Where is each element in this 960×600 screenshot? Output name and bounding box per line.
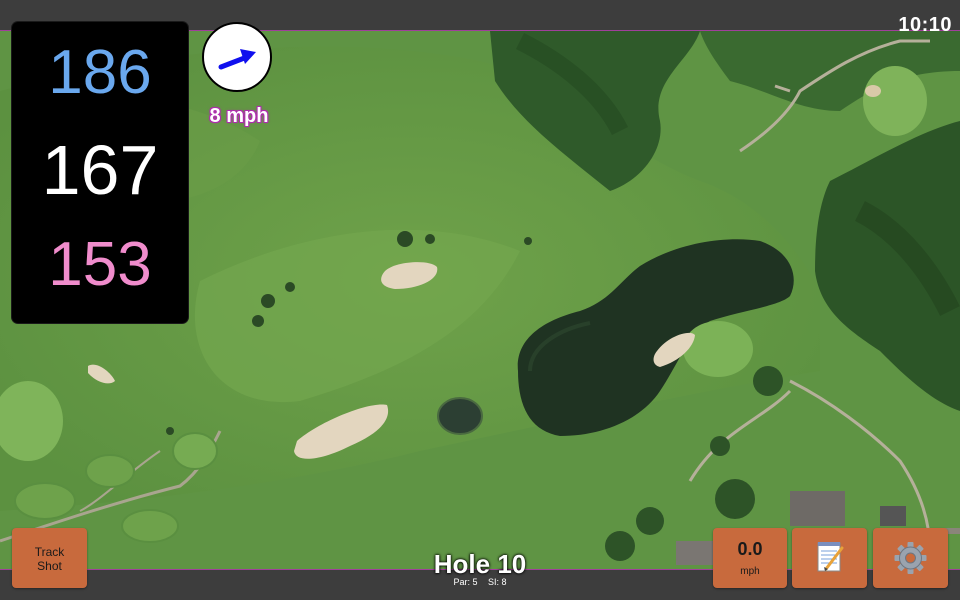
- settings-button[interactable]: [873, 528, 948, 588]
- speed-button[interactable]: 0.0 mph: [713, 528, 787, 588]
- track-shot-label: Track Shot: [34, 545, 65, 573]
- wind-direction-arrow-icon: [218, 49, 256, 70]
- distance-back: 186: [48, 38, 152, 107]
- distance-panel: 186 167 153: [12, 22, 188, 323]
- track-shot-button[interactable]: Track Shot: [12, 528, 87, 588]
- wind-speed-label: 8 mph: [209, 105, 269, 127]
- clock: 10:10: [898, 14, 952, 36]
- distance-front: 153: [48, 230, 152, 299]
- notepad-icon: [817, 542, 844, 572]
- speed-value: 0.0: [737, 539, 763, 559]
- hole-stroke-index: SI: 8: [488, 577, 507, 587]
- golf-gps-screen: 186 167 153 8 mph 10:10 Track Shot Hole …: [0, 0, 960, 600]
- hole-subinfo: Par: 5 SI: 8: [380, 577, 580, 587]
- hole-par: Par: 5: [453, 577, 478, 587]
- distance-middle: 167: [41, 131, 159, 209]
- notes-button[interactable]: [792, 528, 867, 588]
- speed-unit: mph: [740, 566, 760, 577]
- gear-icon: [894, 542, 927, 574]
- wind-indicator: [202, 22, 272, 92]
- hole-title: Hole 10: [433, 549, 527, 579]
